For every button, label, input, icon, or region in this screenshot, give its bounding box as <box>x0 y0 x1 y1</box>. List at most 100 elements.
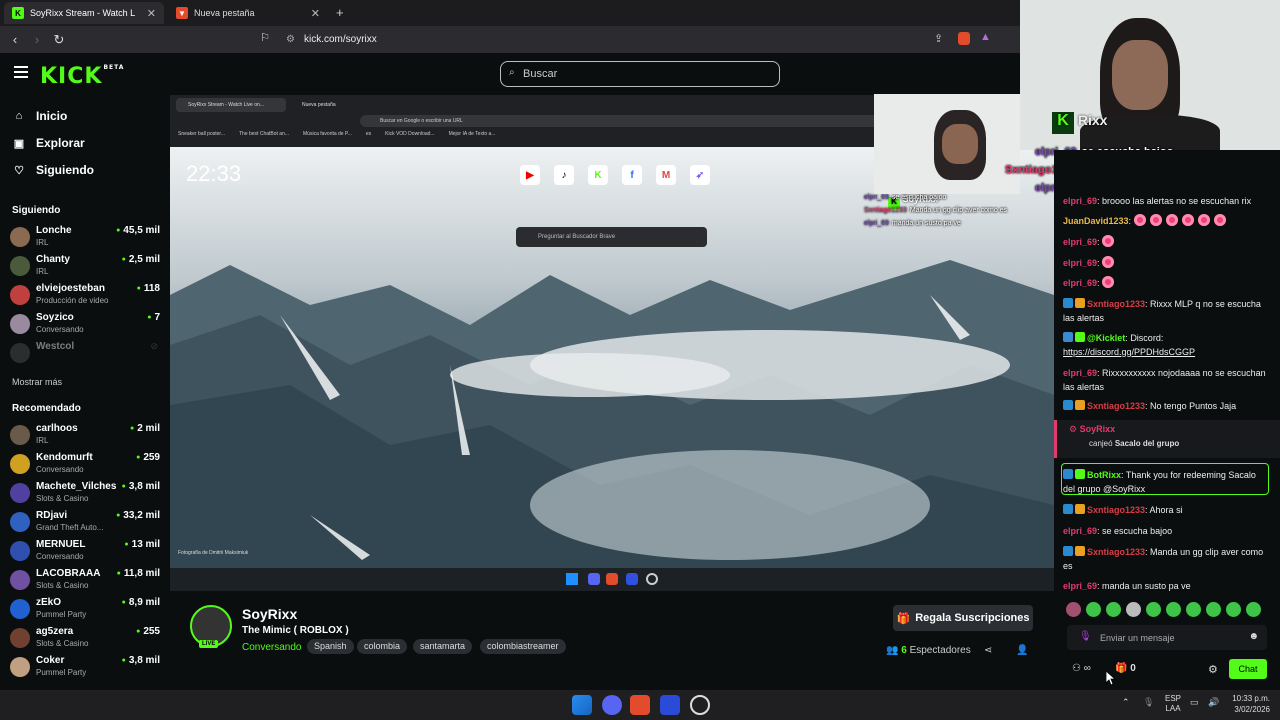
brave-shields-icon[interactable] <box>958 32 970 45</box>
channel-item[interactable]: Coker Pummel Party 3,8 mil <box>10 655 160 681</box>
emote-icon[interactable] <box>1186 602 1201 617</box>
discord-icon[interactable] <box>602 695 622 715</box>
tag[interactable]: Spanish <box>307 639 354 654</box>
emoji-icon[interactable]: ☻ <box>1248 631 1259 642</box>
channel-avatar <box>10 541 30 561</box>
gift-subs-button[interactable]: 🎁 Regala Suscripciones <box>893 605 1033 631</box>
chat-username[interactable]: elpri_69 <box>1063 526 1097 536</box>
close-tab-icon[interactable]: ✕ <box>311 7 320 20</box>
tab-soyrixx[interactable]: K SoyRixx Stream - Watch Live ✕ <box>4 2 164 24</box>
bookmark-icon[interactable]: ⚐ <box>254 31 276 44</box>
mountain-landscape <box>170 260 1054 575</box>
emote-icon[interactable] <box>1066 602 1081 617</box>
channel-name[interactable]: SoyRixx <box>242 606 297 622</box>
nav-inicio[interactable]: ⌂ Inicio <box>12 109 68 123</box>
show-more-link[interactable]: Mostrar más <box>12 377 62 387</box>
channel-item[interactable]: Machete_Vilches Slots & Casino 3,8 mil <box>10 481 160 507</box>
inner-app-icon <box>626 573 638 585</box>
viewer-count: 11,8 mil <box>117 568 160 579</box>
emote-icon[interactable] <box>1106 602 1121 617</box>
chat-link[interactable]: https://discord.gg/PPDHdsCGGP <box>1063 345 1268 359</box>
channel-item[interactable]: Soyzico Conversando 7 <box>10 312 160 338</box>
obs-icon[interactable] <box>690 695 710 715</box>
tray-chevron-icon[interactable]: ⌃ <box>1122 697 1130 708</box>
app-icon[interactable] <box>660 695 680 715</box>
sub-badge-icon <box>1063 332 1073 342</box>
channel-item[interactable]: ag5zera Slots & Casino 255 <box>10 626 160 652</box>
channel-category: Slots & Casino <box>36 581 89 590</box>
forward-icon[interactable]: › <box>26 32 48 47</box>
channel-item[interactable]: Westcol ⊘ <box>10 341 160 367</box>
mic-tray-icon[interactable]: 🎙 <box>1143 697 1154 708</box>
menu-icon[interactable] <box>14 66 28 78</box>
channel-item[interactable]: Chanty IRL 2,5 mil <box>10 254 160 280</box>
chat-username[interactable]: Sxntiago1233 <box>1087 505 1145 515</box>
gift-counter[interactable]: 🎁 0 <box>1115 663 1136 674</box>
chat-username[interactable]: JuanDavid1233 <box>1063 216 1129 226</box>
reload-icon[interactable]: ↻ <box>48 32 70 48</box>
search-input[interactable]: ⌕ Buscar <box>500 61 780 87</box>
chat-message: BotRixx: Thank you for redeeming Sacalo … <box>1063 468 1268 496</box>
emote-icon[interactable] <box>1086 602 1101 617</box>
inner-taskbar <box>170 568 1054 591</box>
chat-username[interactable]: Sxntiago1233 <box>1087 547 1145 557</box>
tag[interactable]: colombia <box>357 639 408 654</box>
crown-badge-icon <box>1075 469 1085 479</box>
send-chat-button[interactable]: Chat <box>1229 659 1267 679</box>
chat-username[interactable]: elpri_69 <box>1063 258 1097 268</box>
channel-item[interactable]: Kendomurft Conversando 259 <box>10 452 160 478</box>
os-clock[interactable]: 10:33 p.m. 3/02/2026 <box>1232 693 1270 715</box>
kick-logo[interactable]: KICKBETA <box>40 64 124 89</box>
site-info-icon[interactable]: ⚙ <box>286 34 295 45</box>
nav-siguiendo[interactable]: ♡ Siguiendo <box>12 163 94 177</box>
volume-icon[interactable]: 🔊 <box>1208 697 1219 708</box>
chat-settings-icon[interactable]: ⚙ <box>1208 663 1218 676</box>
language-indicator[interactable]: ESP LAA <box>1165 694 1181 714</box>
emote-icon[interactable] <box>1226 602 1241 617</box>
microphone-icon[interactable]: 🎙 <box>1079 631 1092 642</box>
emote-icon[interactable] <box>1146 602 1161 617</box>
tag[interactable]: santamarta <box>413 639 473 654</box>
emote-icon[interactable] <box>1206 602 1221 617</box>
share-icon[interactable]: ⇪ <box>934 32 943 45</box>
chat-username[interactable]: Sxntiago1233 <box>1087 401 1145 411</box>
tab-new[interactable]: ▼ Nueva pestaña ✕ <box>168 2 328 24</box>
channel-points[interactable]: ⚇ ∞ <box>1072 663 1091 674</box>
channel-item[interactable]: MERNUEL Conversando 13 mil <box>10 539 160 565</box>
chat-username[interactable]: elpri_69 <box>1063 237 1097 247</box>
tag[interactable]: colombiastreamer <box>480 639 566 654</box>
chat-input[interactable]: 🎙 Enviar un mensaje ☻ <box>1067 625 1267 650</box>
channel-category: Conversando <box>36 325 84 334</box>
chat-username[interactable]: elpri_69 <box>1063 196 1097 206</box>
gmail-icon: M <box>656 165 676 185</box>
chat-username[interactable]: BotRixx <box>1087 470 1121 480</box>
stream-category[interactable]: Conversando <box>242 642 301 653</box>
chat-username[interactable]: elpri_69 <box>1063 368 1097 378</box>
windows-start-icon[interactable] <box>572 695 592 715</box>
url-field[interactable]: ⚙ kick.com/soyrixx <box>280 30 980 49</box>
channel-item[interactable]: elviejoesteban Producción de video 118 <box>10 283 160 309</box>
network-icon[interactable]: ▭ <box>1190 697 1199 708</box>
emote-icon[interactable] <box>1166 602 1181 617</box>
nav-explorar[interactable]: ▣ Explorar <box>12 136 85 150</box>
channel-item[interactable]: Lonche IRL 45,5 mil <box>10 225 160 251</box>
share-icon[interactable]: ⋖ <box>984 645 992 656</box>
chat-username[interactable]: elpri_69 <box>1063 278 1097 288</box>
chat-username[interactable]: elpri_69 <box>1063 581 1097 591</box>
follow-user-icon[interactable]: 👤 <box>1016 645 1028 656</box>
channel-item[interactable]: zEkO Pummel Party 8,9 mil <box>10 597 160 623</box>
channel-item[interactable]: RDjavi Grand Theft Auto... 33,2 mil <box>10 510 160 536</box>
back-icon[interactable]: ‹ <box>4 32 26 47</box>
new-tab-button[interactable]: + <box>336 5 344 20</box>
emote-icon[interactable] <box>1246 602 1261 617</box>
emote-icon[interactable] <box>1126 602 1141 617</box>
brave-icon[interactable] <box>630 695 650 715</box>
channel-item[interactable]: carlhoos IRL 2 mil <box>10 423 160 449</box>
brave-rewards-icon[interactable]: ▲ <box>980 31 991 43</box>
close-tab-icon[interactable]: ✕ <box>147 7 156 20</box>
points-icon: ⚇ <box>1072 663 1081 674</box>
chat-message: Sxntiago1233: No tengo Puntos Jaja <box>1063 399 1268 413</box>
channel-item[interactable]: LACOBRAAA Slots & Casino 11,8 mil <box>10 568 160 594</box>
chat-username[interactable]: Sxntiago1233 <box>1087 299 1145 309</box>
chat-username[interactable]: @Kicklet <box>1087 333 1125 343</box>
